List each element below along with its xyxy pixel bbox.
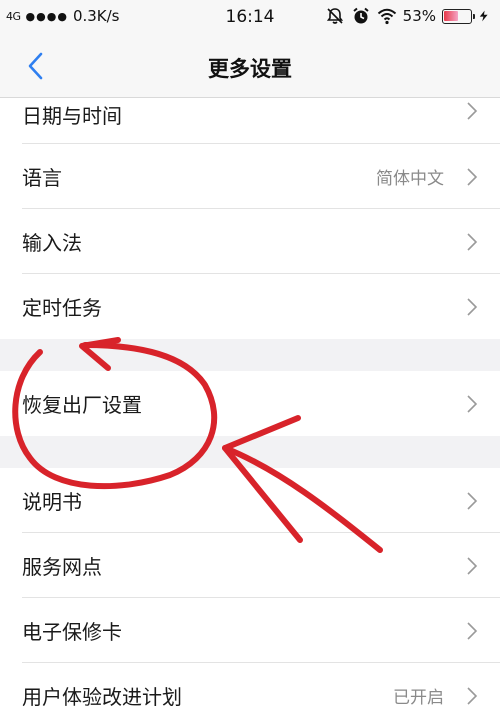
- battery-percent: 53%: [402, 7, 436, 25]
- battery-level-fill: [444, 10, 458, 21]
- chevron-right-icon: [467, 232, 478, 251]
- list-item-factory-reset[interactable]: 恢复出厂设置: [0, 371, 500, 436]
- battery-icon: [442, 8, 475, 24]
- section-gap: [0, 436, 500, 468]
- mute-icon: [326, 8, 343, 24]
- list-item-label: 日期与时间: [22, 104, 122, 128]
- chevron-right-icon: [467, 686, 478, 705]
- chevron-right-icon: [467, 556, 478, 575]
- chevron-right-icon: [467, 621, 478, 640]
- list-item-e-warranty[interactable]: 电子保修卡: [0, 598, 500, 663]
- list-item-scheduled-tasks[interactable]: 定时任务: [0, 274, 500, 339]
- screen: 4G ●●●● 0.3K/s 16:14 53% 更多设置 日期与时间 语言 简…: [0, 0, 500, 711]
- chevron-right-icon: [467, 394, 478, 413]
- list-item-label: 服务网点: [22, 555, 102, 579]
- language-value: 简体中文: [376, 169, 444, 189]
- wifi-icon: [377, 8, 396, 25]
- list-item-manual[interactable]: 说明书: [0, 468, 500, 533]
- list-item-service-outlets[interactable]: 服务网点: [0, 533, 500, 598]
- chevron-right-icon: [467, 102, 478, 120]
- chevron-right-icon: [467, 491, 478, 510]
- list-item-label: 输入法: [22, 231, 82, 255]
- list-item-label: 定时任务: [22, 296, 102, 320]
- list-item-label: 用户体验改进计划: [22, 685, 182, 709]
- charging-icon: [479, 10, 488, 22]
- list-item-label: 电子保修卡: [22, 620, 122, 644]
- nav-bar: 更多设置: [0, 34, 500, 98]
- chevron-right-icon: [467, 297, 478, 316]
- status-bar: 4G ●●●● 0.3K/s 16:14 53%: [0, 0, 500, 34]
- list-item-label: 语言: [22, 166, 62, 190]
- status-right: 53%: [325, 6, 490, 26]
- ux-program-value: 已开启: [393, 688, 444, 708]
- page-title: 更多设置: [208, 57, 292, 81]
- alarm-icon: [353, 7, 369, 24]
- list-item-ux-program[interactable]: 用户体验改进计划 已开启: [0, 663, 500, 711]
- settings-list: 日期与时间 语言 简体中文 输入法 定时任务 恢复出厂设置 说明书 服务网点 电…: [0, 98, 500, 711]
- chevron-right-icon: [467, 167, 478, 186]
- list-item-language[interactable]: 语言 简体中文: [0, 144, 500, 209]
- list-item-label: 恢复出厂设置: [22, 393, 142, 417]
- list-item-date-time[interactable]: 日期与时间: [0, 98, 500, 144]
- list-item-input-method[interactable]: 输入法: [0, 209, 500, 274]
- section-gap: [0, 339, 500, 371]
- list-item-label: 说明书: [22, 490, 82, 514]
